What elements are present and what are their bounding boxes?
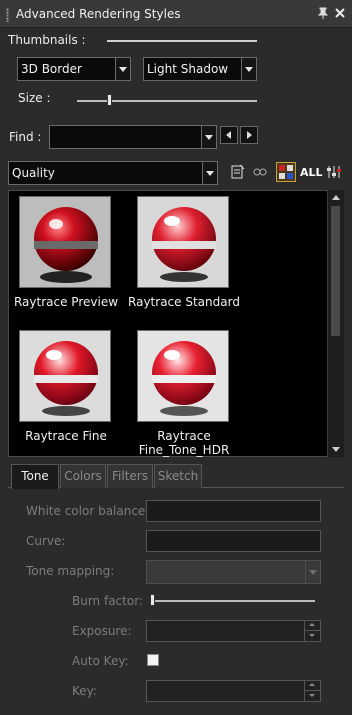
category-value: Quality xyxy=(12,166,55,180)
style-properties-icon[interactable] xyxy=(228,163,248,183)
key-spinner[interactable] xyxy=(304,680,320,702)
close-icon[interactable] xyxy=(333,6,347,20)
tab-filters[interactable]: Filters xyxy=(107,464,153,488)
drag-grip-icon[interactable] xyxy=(6,8,9,22)
tone-mapping-label: Tone mapping: xyxy=(26,564,115,578)
category-select[interactable]: Quality xyxy=(8,161,218,185)
size-label: Size : xyxy=(18,91,51,105)
shadow-style-select[interactable]: Light Shadow xyxy=(143,57,257,81)
style-thumbnail-raytrace-fine-tone-hdr[interactable] xyxy=(137,330,229,422)
chevron-down-icon xyxy=(115,58,130,80)
show-all-icon[interactable]: ALL xyxy=(300,163,323,183)
gallery-scrollbar[interactable] xyxy=(327,190,344,457)
burn-factor-slider[interactable] xyxy=(150,600,315,602)
style-thumbnail-raytrace-fine[interactable] xyxy=(19,330,111,422)
find-input[interactable] xyxy=(49,125,217,149)
exposure-spinner[interactable] xyxy=(304,620,320,642)
pin-icon[interactable] xyxy=(316,6,330,20)
filter-settings-icon[interactable] xyxy=(324,163,344,183)
curve-label: Curve: xyxy=(26,534,66,548)
thumbnails-divider xyxy=(107,40,257,42)
white-balance-label: White color balance: xyxy=(26,504,150,518)
chevron-down-icon xyxy=(202,162,217,184)
style-caption: Raytrace Preview xyxy=(13,295,119,309)
size-slider[interactable] xyxy=(77,100,257,102)
view-mode-icon[interactable] xyxy=(276,162,296,182)
scroll-up-icon[interactable] xyxy=(328,190,344,204)
style-caption: Raytrace Fine xyxy=(25,429,107,443)
size-slider-thumb[interactable] xyxy=(107,94,113,106)
find-next-button[interactable] xyxy=(240,126,258,144)
border-style-value: 3D Border xyxy=(21,62,82,76)
scroll-thumb[interactable] xyxy=(331,206,340,336)
white-balance-swatch[interactable] xyxy=(146,500,321,522)
link-styles-icon[interactable] xyxy=(250,163,270,183)
chevron-down-icon xyxy=(305,561,320,583)
panel-title: Advanced Rendering Styles xyxy=(16,7,181,21)
burn-factor-slider-thumb[interactable] xyxy=(150,594,155,606)
scroll-down-icon[interactable] xyxy=(328,443,344,457)
find-previous-button[interactable] xyxy=(220,126,238,144)
curve-field[interactable] xyxy=(146,530,321,552)
key-label: Key: xyxy=(72,684,97,698)
exposure-label: Exposure: xyxy=(72,624,132,638)
border-style-select[interactable]: 3D Border xyxy=(17,57,131,81)
style-caption: Raytrace xyxy=(157,429,211,443)
style-caption: Raytrace Standard xyxy=(128,295,240,309)
style-thumbnail-raytrace-standard[interactable] xyxy=(137,196,229,288)
tone-mapping-select[interactable] xyxy=(146,560,321,584)
auto-key-checkbox[interactable] xyxy=(147,654,159,666)
find-label: Find : xyxy=(9,130,42,144)
shadow-style-value: Light Shadow xyxy=(147,62,229,76)
chevron-down-icon xyxy=(201,126,216,148)
thumbnails-label: Thumbnails : xyxy=(8,33,86,47)
key-field[interactable] xyxy=(146,680,321,702)
style-caption-line2: Fine_Tone_HDR xyxy=(138,443,230,457)
burn-factor-label: Burn factor: xyxy=(72,594,143,608)
chevron-down-icon xyxy=(241,58,256,80)
auto-key-label: Auto Key: xyxy=(72,654,129,668)
style-thumbnail-raytrace-preview[interactable] xyxy=(19,196,111,288)
exposure-field[interactable] xyxy=(146,620,321,642)
tab-colors[interactable]: Colors xyxy=(60,464,106,488)
tab-sketch[interactable]: Sketch xyxy=(154,464,202,488)
tab-tone[interactable]: Tone xyxy=(11,464,59,489)
